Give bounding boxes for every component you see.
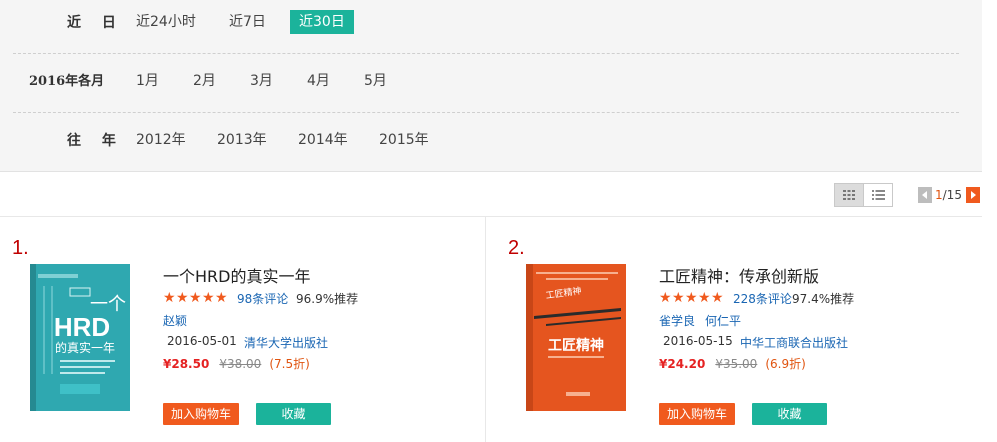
product-card: 1. 一个 HRD 的真实一年 一个HRD的真实一年 ★ ★ ★ ★ ★ 98条评论 9… (0, 217, 485, 442)
favorite-button[interactable]: 收藏 (752, 403, 827, 425)
publisher-link[interactable]: 中华工商联合出版社 (740, 334, 848, 351)
star-icon: ★ (176, 290, 189, 306)
filter-option-month-3[interactable]: 3月 (250, 69, 273, 93)
filter-option-2015[interactable]: 2015年 (379, 128, 429, 152)
product-title[interactable]: 一个HRD的真实一年 (163, 263, 310, 287)
rating-stars: ★ ★ ★ ★ ★ (163, 290, 228, 306)
price-line: ¥24.20 ¥35.00 (6.9折) (659, 355, 806, 372)
original-price: ¥38.00 (219, 357, 262, 371)
filter-label-years: 往 年 (67, 133, 124, 149)
filter-row-months: 2016年各月 1月 2月 3月 4月 5月 (0, 54, 982, 110)
author-link[interactable]: 何仁平 (705, 314, 741, 328)
filter-row-years: 往 年 2012年 2013年 2014年 2015年 (0, 112, 982, 168)
book-cover-image[interactable]: 工匠精神 工匠精神 (526, 264, 626, 411)
pager-prev-button[interactable] (918, 187, 932, 203)
star-icon: ★ (698, 290, 711, 306)
recommend-rate: 97.4%推荐 (792, 292, 855, 306)
publisher-link[interactable]: 清华大学出版社 (244, 334, 328, 351)
authors: 赵颖 (163, 312, 197, 329)
star-icon: ★ (215, 290, 228, 306)
discount: (6.9折) (765, 357, 806, 371)
original-price: ¥35.00 (715, 357, 758, 371)
list-icon (871, 190, 885, 200)
filter-label-months: 2016年各月 (29, 74, 105, 89)
filter-option-month-2[interactable]: 2月 (193, 69, 216, 93)
current-price: ¥28.50 (163, 357, 210, 371)
star-icon: ★ (659, 290, 672, 306)
svg-text:的真实一年: 的真实一年 (55, 340, 115, 355)
filter-option-month-1[interactable]: 1月 (136, 69, 159, 93)
product-card: 2. 工匠精神 工匠精神 工匠精神：传承创新版 ★ ★ ★ ★ ★ 228条评论 97.… (496, 217, 981, 442)
caret-left-icon (922, 191, 927, 199)
filter-option-2012[interactable]: 2012年 (136, 128, 186, 152)
star-icon: ★ (202, 290, 215, 306)
grid-icon (843, 190, 855, 200)
filter-option-24h[interactable]: 近24小时 (136, 10, 196, 34)
results-toolbar: 1/15 (0, 172, 982, 217)
grid-view-button[interactable] (834, 183, 864, 207)
filter-row-recent: 近 日 近24小时 近7日 近30日 (0, 0, 982, 56)
star-icon: ★ (711, 290, 724, 306)
add-to-cart-button[interactable]: 加入购物车 (659, 403, 735, 425)
filter-option-7d[interactable]: 近7日 (229, 10, 266, 34)
book-cover-image[interactable]: 一个 HRD 的真实一年 (30, 264, 130, 411)
filter-option-30d[interactable]: 近30日 (290, 10, 354, 34)
pager-next-button[interactable] (966, 187, 980, 203)
pager-current: 1 (935, 188, 943, 202)
author-link[interactable]: 雀学良 (659, 314, 695, 328)
list-view-button[interactable] (863, 183, 893, 207)
star-icon: ★ (672, 290, 685, 306)
svg-text:工匠精神: 工匠精神 (548, 337, 604, 354)
date-filter-panel: 近 日 近24小时 近7日 近30日 2016年各月 1月 2月 3月 4月 5… (0, 0, 982, 172)
caret-right-icon (971, 191, 976, 199)
filter-label-recent: 近 日 (67, 15, 124, 31)
review-count-link[interactable]: 98条评论 (237, 290, 288, 307)
product-title[interactable]: 工匠精神：传承创新版 (659, 263, 819, 287)
product-rank: 2. (508, 237, 525, 259)
price-line: ¥28.50 ¥38.00 (7.5折) (163, 355, 310, 372)
author-link[interactable]: 赵颖 (163, 314, 187, 328)
recommend-rate: 96.9%推荐 (296, 292, 359, 306)
favorite-button[interactable]: 收藏 (256, 403, 331, 425)
publish-date: 2016-05-01 (167, 334, 237, 348)
star-icon: ★ (163, 290, 176, 306)
publish-date: 2016-05-15 (663, 334, 733, 348)
filter-option-2014[interactable]: 2014年 (298, 128, 348, 152)
add-to-cart-button[interactable]: 加入购物车 (163, 403, 239, 425)
pager-total: /15 (942, 188, 962, 202)
authors: 雀学良 何仁平 (659, 312, 751, 329)
filter-option-month-4[interactable]: 4月 (307, 69, 330, 93)
star-icon: ★ (685, 290, 698, 306)
current-price: ¥24.20 (659, 357, 706, 371)
column-divider (485, 217, 486, 442)
svg-text:HRD: HRD (54, 312, 110, 342)
filter-option-month-5[interactable]: 5月 (364, 69, 387, 93)
pager-indicator: 1/15 (935, 187, 962, 203)
filter-option-2013[interactable]: 2013年 (217, 128, 267, 152)
discount: (7.5折) (269, 357, 310, 371)
review-count-link[interactable]: 228条评论 (733, 290, 792, 307)
product-rank: 1. (12, 237, 29, 259)
rating-stars: ★ ★ ★ ★ ★ (659, 290, 724, 306)
star-icon: ★ (189, 290, 202, 306)
